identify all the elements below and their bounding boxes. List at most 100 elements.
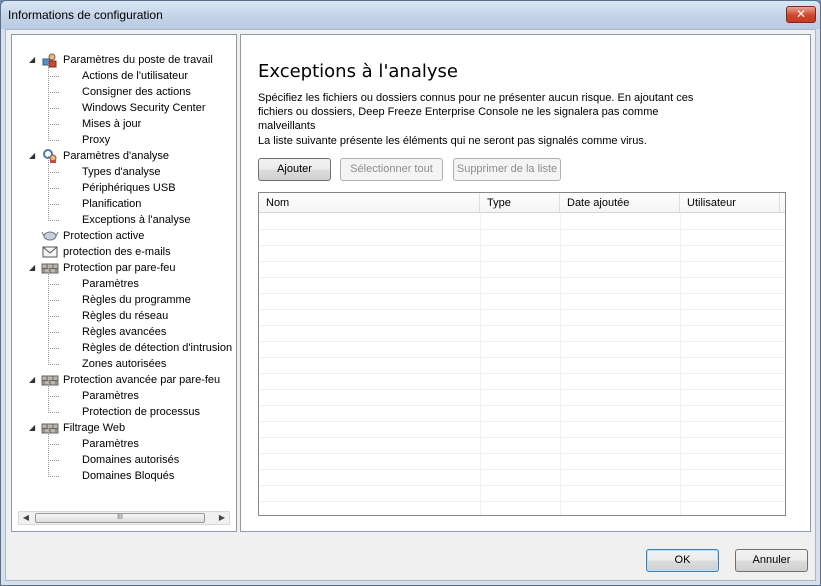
expand-arrow-icon[interactable]: ◢ <box>29 264 37 272</box>
expand-arrow-icon[interactable]: ◢ <box>29 424 37 432</box>
settings-tree: ◀ III ▶ ◢ Paramètres du poste de travail A… <box>11 34 237 532</box>
tree-connector <box>48 396 49 412</box>
column-header-date-added[interactable]: Date ajoutée <box>560 193 680 213</box>
window-title: Informations de configuration <box>8 8 163 22</box>
tree-item-label: Protection active <box>63 230 145 242</box>
tree-connector <box>48 444 49 460</box>
tree-connector <box>48 444 60 445</box>
column-header-name[interactable]: Nom <box>259 193 480 213</box>
tree-connector <box>48 316 49 332</box>
tree-item-label: Domaines Bloqués <box>82 470 175 482</box>
table-row[interactable] <box>259 358 785 374</box>
workstation-settings-icon <box>41 52 59 68</box>
tree-item-label: Planification <box>82 198 142 210</box>
scroll-left-arrow-icon[interactable]: ◀ <box>19 512 33 524</box>
tree-item-label: Exceptions à l'analyse <box>82 214 191 226</box>
tree-item-label: Protection par pare-feu <box>63 262 176 274</box>
table-row[interactable] <box>259 454 785 470</box>
tree-connector <box>48 124 60 125</box>
tree-item-label: Règles du réseau <box>82 310 169 322</box>
tree-item-label: Protection de processus <box>82 406 201 418</box>
tree-item-label: Zones autorisées <box>82 358 167 370</box>
tree-item-label: Protection avancée par pare-feu <box>63 374 221 386</box>
tree-item-label: Filtrage Web <box>63 422 126 434</box>
tree-item-label: protection des e-mails <box>63 246 171 258</box>
table-row[interactable] <box>259 246 785 262</box>
tree-connector <box>48 380 49 396</box>
table-row[interactable] <box>259 230 785 246</box>
column-header-user[interactable]: Utilisateur <box>680 193 780 213</box>
tree-connector <box>48 476 60 477</box>
tree-connector <box>48 348 49 364</box>
firewall-icon <box>41 372 59 388</box>
tree-connector <box>48 268 49 284</box>
table-row[interactable] <box>259 486 785 502</box>
tree-item-label: Règles avancées <box>82 326 167 338</box>
tree-connector <box>48 156 49 172</box>
tree-connector <box>48 108 60 109</box>
column-header-type[interactable]: Type <box>480 193 560 213</box>
table-row[interactable] <box>259 262 785 278</box>
tree-horizontal-scrollbar[interactable]: ◀ III ▶ <box>18 511 230 525</box>
remove-from-list-button[interactable]: Supprimer de la liste <box>453 158 561 181</box>
close-button[interactable]: ✕ <box>786 6 816 23</box>
tree-connector <box>48 300 49 316</box>
dialog-body: ◀ III ▶ ◢ Paramètres du poste de travail A… <box>5 29 816 581</box>
tree-connector <box>48 332 60 333</box>
exceptions-table[interactable]: Nom Type Date ajoutée Utilisateur <box>258 192 786 516</box>
table-row[interactable] <box>259 374 785 390</box>
tree-item-label: Paramètres <box>82 438 139 450</box>
table-row[interactable] <box>259 310 785 326</box>
table-row[interactable] <box>259 342 785 358</box>
add-button[interactable]: Ajouter <box>258 158 331 181</box>
tree-connector <box>48 92 60 93</box>
table-row[interactable] <box>259 390 785 406</box>
table-row[interactable] <box>259 438 785 454</box>
select-all-button[interactable]: Sélectionner tout <box>340 158 443 181</box>
table-row[interactable] <box>259 422 785 438</box>
table-row[interactable] <box>259 406 785 422</box>
tree-connector <box>48 172 60 173</box>
tree-connector <box>48 60 49 76</box>
firewall-icon <box>41 260 59 276</box>
tree-connector <box>48 124 49 140</box>
tree-connector <box>48 412 60 413</box>
expand-arrow-icon[interactable]: ◢ <box>29 152 37 160</box>
tree-item-label: Types d'analyse <box>82 166 161 178</box>
scroll-thumb[interactable]: III <box>35 513 205 523</box>
expand-arrow-icon[interactable]: ◢ <box>29 376 37 384</box>
firewall-icon <box>41 420 59 436</box>
scroll-right-arrow-icon[interactable]: ▶ <box>215 512 229 524</box>
tree-item-label: Mises à jour <box>82 118 142 130</box>
table-body <box>259 214 785 515</box>
tree-connector <box>48 460 60 461</box>
tree-connector <box>48 76 49 92</box>
tree-item-label: Paramètres du poste de travail <box>63 54 213 66</box>
tree-connector <box>48 140 60 141</box>
tree-connector <box>48 188 60 189</box>
tree-connector <box>48 364 60 365</box>
tree-connector <box>48 188 49 204</box>
tree-connector <box>48 332 49 348</box>
table-row[interactable] <box>259 470 785 486</box>
tree-connector <box>48 348 60 349</box>
tree-connector <box>48 300 60 301</box>
expand-arrow-icon[interactable]: ◢ <box>29 56 37 64</box>
cancel-button[interactable]: Annuler <box>735 549 808 572</box>
tree-item-label: Périphériques USB <box>82 182 176 194</box>
tree-item-label: Paramètres <box>82 278 139 290</box>
title-bar[interactable]: Informations de configuration ✕ <box>1 1 820 29</box>
ok-button[interactable]: OK <box>646 549 719 572</box>
description-text: Spécifiez les fichiers ou dossiers connu… <box>258 92 694 132</box>
active-protection-icon <box>41 228 59 244</box>
tree-connector <box>48 204 49 220</box>
table-row[interactable] <box>259 278 785 294</box>
table-row[interactable] <box>259 214 785 230</box>
tree-item-label: Domaines autorisés <box>82 454 180 466</box>
tree-connector <box>48 284 60 285</box>
tree-item-label: Windows Security Center <box>82 102 206 114</box>
table-row[interactable] <box>259 326 785 342</box>
tree-item-label: Règles de détection d'intrusion <box>82 342 233 354</box>
table-row[interactable] <box>259 294 785 310</box>
tree-connector <box>48 428 49 444</box>
